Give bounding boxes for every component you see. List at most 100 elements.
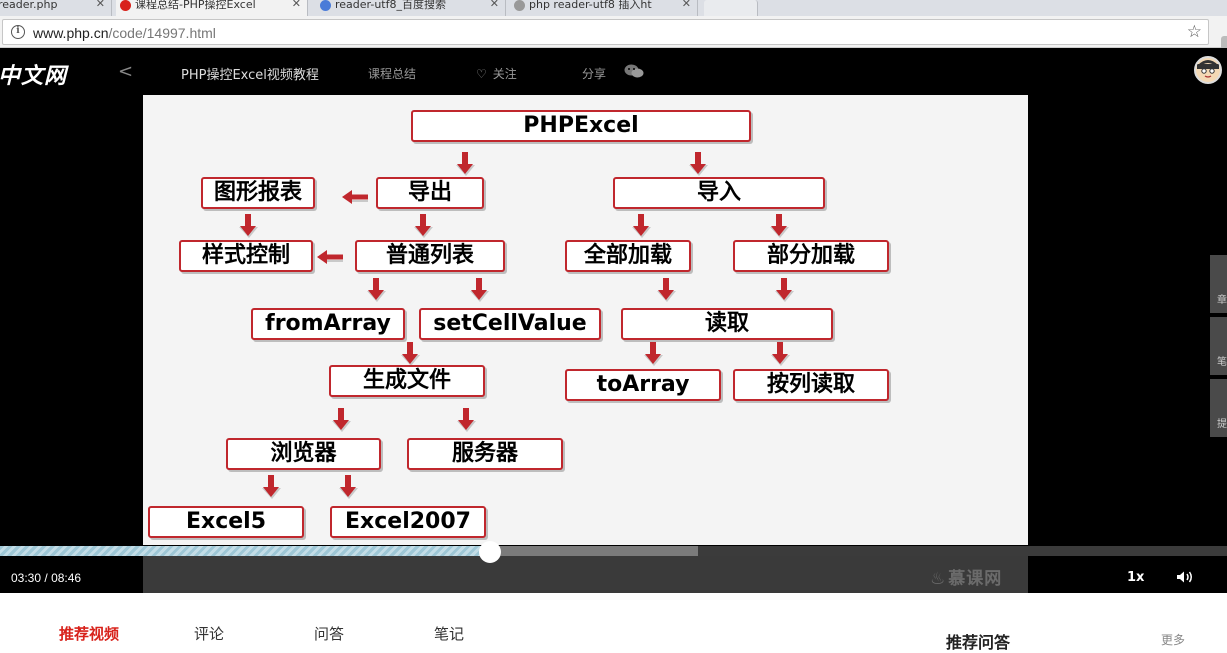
follow-label: 关注 xyxy=(492,67,517,81)
diagram-node-to-array: toArray xyxy=(565,369,721,401)
diagram-arrow xyxy=(457,408,476,432)
diagram-node-import: 导入 xyxy=(613,177,825,209)
diagram-arrow xyxy=(644,342,663,366)
diagram-arrow xyxy=(771,342,790,366)
bookmark-star-icon[interactable]: ☆ xyxy=(1187,22,1202,42)
php-favicon-icon xyxy=(120,0,131,11)
site-header: 中文网 < PHP操控Excel视频教程 课程总结 ♡ 关注 分享 xyxy=(0,48,1227,95)
baidu-favicon-icon xyxy=(320,0,331,11)
content-tabs: 推荐视频 评论 问答 笔记 推荐问答 更多 xyxy=(0,593,1227,652)
volume-icon[interactable] xyxy=(1176,570,1194,584)
follow-button[interactable]: ♡ 关注 xyxy=(476,65,517,82)
heart-icon: ♡ xyxy=(476,67,487,81)
side-tab-label: 提 xyxy=(1217,419,1227,430)
diagram-node-generate-file: 生成文件 xyxy=(329,365,485,397)
close-icon[interactable]: ✕ xyxy=(292,0,301,9)
recommended-qa-title: 推荐问答 xyxy=(946,633,1011,652)
diagram-node-partial-load: 部分加载 xyxy=(733,240,889,272)
info-icon[interactable]: i xyxy=(11,25,25,39)
browser-tab[interactable]: reader.php ✕ xyxy=(0,0,112,16)
tab-comments[interactable]: 评论 xyxy=(194,623,224,644)
close-icon[interactable]: ✕ xyxy=(682,0,691,9)
progress-bar[interactable] xyxy=(0,541,1227,563)
close-icon[interactable]: ✕ xyxy=(96,0,105,9)
avatar-face-icon xyxy=(1197,60,1219,78)
url-text: www.php.cn/code/14997.html xyxy=(33,25,216,41)
progress-played xyxy=(0,546,490,556)
diagram-arrow xyxy=(770,214,789,238)
share-label: 分享 xyxy=(582,67,607,81)
diagram-arrow xyxy=(414,214,433,238)
browser-tab-title: php reader-utf8 插入ht xyxy=(529,0,652,11)
diagram-node-normal-list: 普通列表 xyxy=(355,240,505,272)
side-tab-chapters[interactable]: 章 xyxy=(1210,255,1227,313)
side-tab-label: 章 xyxy=(1217,295,1227,306)
diagram-arrow xyxy=(470,278,489,302)
diagram-arrow xyxy=(239,214,258,238)
video-frame-slide: PHPExcel 导出 导入 图形报表普通列表 样式控制 全部加载 部分加载 fromArra… xyxy=(143,95,1028,545)
playback-speed-button[interactable]: 1x xyxy=(1127,570,1144,585)
diagram-node-style-control: 样式控制 xyxy=(179,240,313,272)
watermark-text: 慕课网 xyxy=(948,569,1003,589)
url-input[interactable]: i www.php.cn/code/14997.html ☆ xyxy=(2,19,1209,45)
browser-tab-title: reader.php xyxy=(0,0,58,11)
video-watermark: ♨ 慕课网 xyxy=(930,564,1002,589)
course-summary-link[interactable]: 课程总结 xyxy=(368,65,416,82)
diagram-node-set-cell-value: setCellValue xyxy=(419,308,601,340)
url-path: /code/14997.html xyxy=(108,25,216,41)
diagram-node-root: PHPExcel xyxy=(411,110,751,142)
address-bar: i www.php.cn/code/14997.html ☆ xyxy=(0,16,1227,58)
side-tab-notes[interactable]: 笔 xyxy=(1210,317,1227,375)
page-favicon-icon xyxy=(514,0,525,11)
more-link[interactable]: 更多 xyxy=(1161,631,1185,648)
diagram-node-chart-report: 图形报表 xyxy=(201,177,315,209)
diagram-arrow xyxy=(339,475,358,499)
browser-tab[interactable]: reader-utf8_百度搜索 ✕ xyxy=(316,0,506,16)
avatar[interactable] xyxy=(1194,56,1222,84)
browser-tab-title: reader-utf8_百度搜索 xyxy=(335,0,446,11)
diagram-arrow xyxy=(657,278,676,302)
diagram-arrow xyxy=(367,278,386,302)
side-tab-label: 笔 xyxy=(1217,357,1227,368)
current-time: 03:30 xyxy=(11,571,42,585)
diagram-node-export: 导出 xyxy=(376,177,484,209)
browser-tab-active[interactable]: 课程总结-PHP操控Excel ✕ xyxy=(116,0,308,16)
diagram-arrow xyxy=(332,408,351,432)
diagram-node-excel2007: Excel2007 xyxy=(330,506,486,538)
side-tab-questions[interactable]: 提 xyxy=(1210,379,1227,437)
tab-recommended-videos[interactable]: 推荐视频 xyxy=(59,623,119,644)
tab-notes[interactable]: 笔记 xyxy=(434,623,464,644)
url-host: www.php.cn xyxy=(33,25,109,41)
diagram-arrow xyxy=(401,342,420,366)
diagram-node-server: 服务器 xyxy=(407,438,563,470)
diagram-node-read: 读取 xyxy=(621,308,833,340)
diagram-node-browser: 浏览器 xyxy=(226,438,381,470)
close-icon[interactable]: ✕ xyxy=(490,0,499,9)
video-frame-bottom xyxy=(143,555,1028,593)
back-chevron-icon[interactable]: < xyxy=(118,61,133,82)
site-logo[interactable]: 中文网 xyxy=(0,58,67,90)
diagram-node-read-by-column: 按列读取 xyxy=(733,369,889,401)
diagram-node-excel5: Excel5 xyxy=(148,506,304,538)
diagram-arrow xyxy=(632,214,651,238)
wechat-icon[interactable] xyxy=(624,64,644,78)
time-separator: / xyxy=(44,571,48,585)
duration: 08:46 xyxy=(51,571,82,585)
diagram-arrow xyxy=(342,190,368,204)
diagram-arrow xyxy=(775,278,794,302)
diagram-arrow xyxy=(689,152,708,176)
diagram-arrow xyxy=(456,152,475,176)
diagram-arrow xyxy=(317,250,343,264)
video-player[interactable]: PHPExcel 导出 导入 图形报表普通列表 样式控制 全部加载 部分加载 fromArra… xyxy=(0,95,1227,593)
progress-handle[interactable] xyxy=(478,541,501,563)
new-tab-button[interactable] xyxy=(704,0,758,16)
course-title: PHP操控Excel视频教程 xyxy=(181,68,319,83)
diagram-node-from-array: fromArray xyxy=(251,308,405,340)
browser-tab-strip: reader.php ✕ 课程总结-PHP操控Excel ✕ reader-ut… xyxy=(0,0,1227,16)
time-display: 03:30 / 08:46 xyxy=(11,571,81,585)
browser-tab[interactable]: php reader-utf8 插入ht ✕ xyxy=(510,0,698,16)
browser-tab-title: 课程总结-PHP操控Excel xyxy=(135,0,256,11)
flame-icon: ♨ xyxy=(930,569,947,589)
tab-qa[interactable]: 问答 xyxy=(314,623,344,644)
diagram-node-full-load: 全部加载 xyxy=(565,240,691,272)
